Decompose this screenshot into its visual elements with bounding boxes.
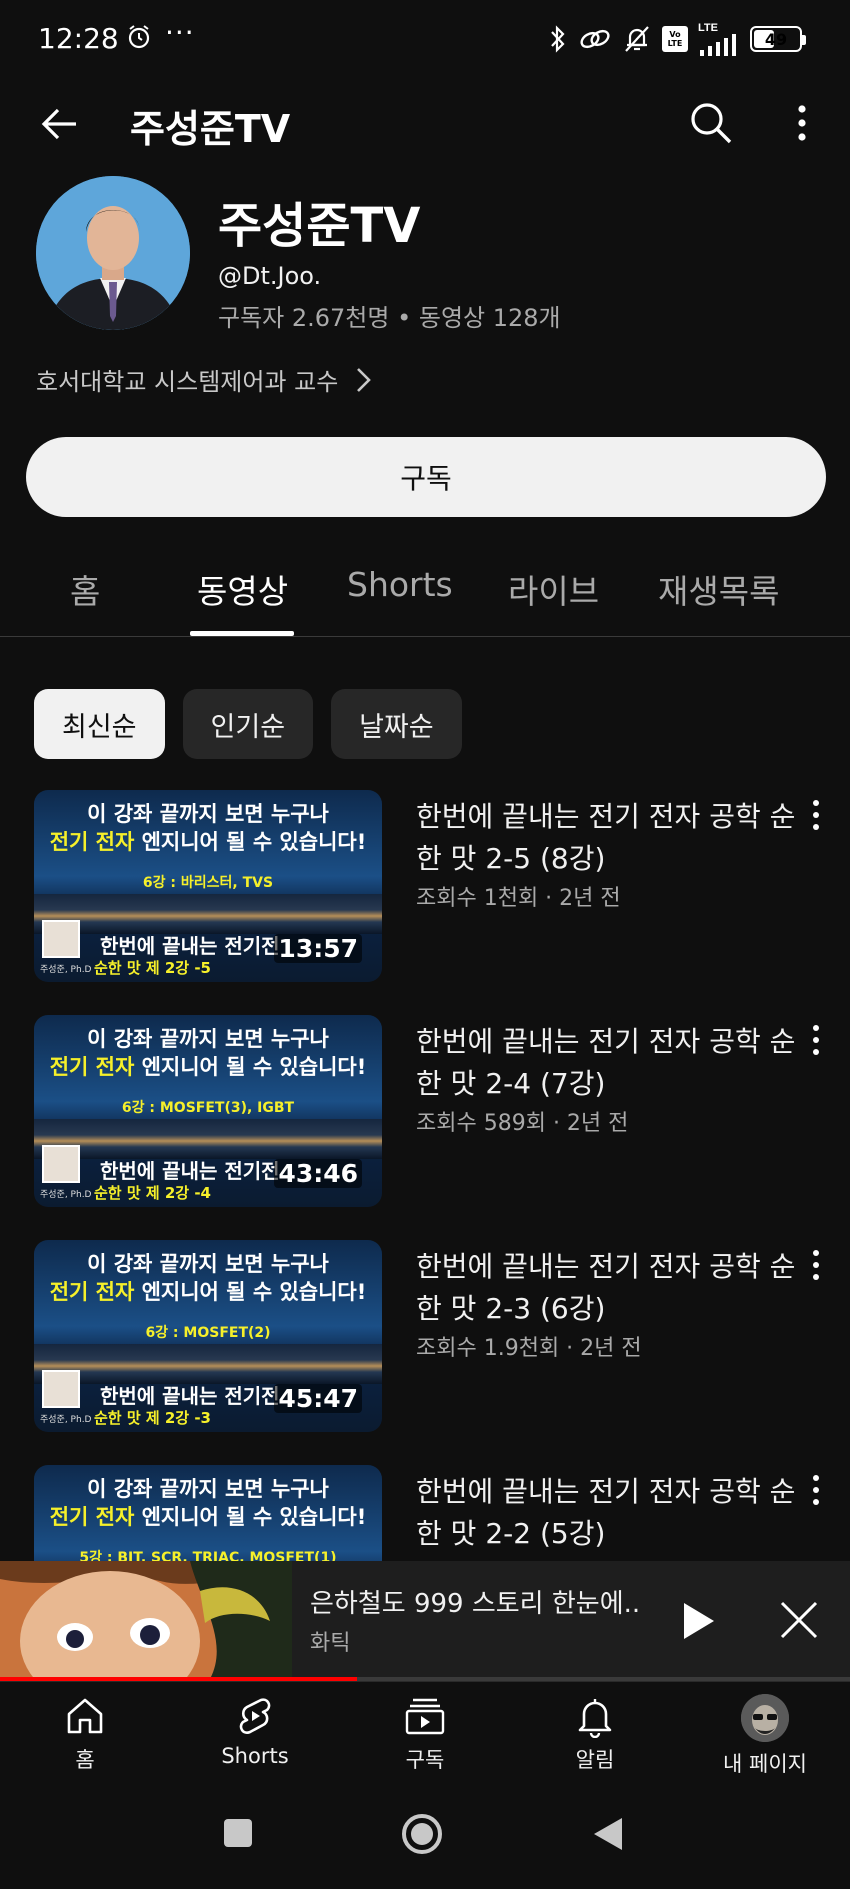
- video-item[interactable]: 이 강좌 끝까지 보면 누구나 전기 전자 엔지니어 될 수 있습니다! 6강 …: [0, 1240, 850, 1435]
- home-icon: [67, 1698, 103, 1734]
- avatar-image: [36, 176, 190, 330]
- thumbnail-cityscape: [34, 894, 382, 934]
- home-circle-icon[interactable]: [400, 1812, 444, 1856]
- video-meta: 조회수 589회 · 2년 전: [416, 1111, 629, 1136]
- bell-icon: [578, 1699, 612, 1738]
- system-navigation-bar: [0, 1783, 850, 1889]
- nav-home[interactable]: 홈: [10, 1694, 160, 1780]
- tab-shorts[interactable]: Shorts: [347, 565, 453, 604]
- tab-videos[interactable]: 동영상: [197, 565, 288, 613]
- chip-oldest[interactable]: 날짜순: [331, 689, 462, 759]
- channel-avatar[interactable]: [36, 176, 190, 330]
- mini-player-title: 은하철도 999 스토리 한눈에..: [310, 1589, 641, 1619]
- status-more-dots: ···: [165, 16, 195, 49]
- user-avatar-image: [741, 1694, 789, 1742]
- channel-handle: @Dt.Joo.: [218, 262, 322, 290]
- video-item[interactable]: 이 강좌 끝까지 보면 누구나 전기 전자 엔지니어 될 수 있습니다! 6강 …: [0, 1015, 850, 1210]
- more-vert-icon[interactable]: [808, 1023, 824, 1057]
- play-icon[interactable]: [676, 1597, 720, 1645]
- video-thumbnail[interactable]: 이 강좌 끝까지 보면 누구나 전기 전자 엔지니어 될 수 있습니다! 6강 …: [34, 1240, 382, 1432]
- more-vert-icon[interactable]: [808, 1248, 824, 1282]
- status-icons: Vo LTE LTE 49: [548, 21, 806, 56]
- status-bar: 12:28 ··· Vo LTE LTE 49: [0, 0, 850, 80]
- mute-bell-icon: [625, 26, 649, 52]
- more-vert-icon[interactable]: [808, 798, 824, 832]
- signal-icon: LTE: [698, 21, 740, 56]
- video-title[interactable]: 한번에 끝내는 전기 전자 공학 순한 맛 2-3 (6강): [416, 1246, 796, 1330]
- chip-popular[interactable]: 인기순: [182, 689, 314, 759]
- mini-player[interactable]: 은하철도 999 스토리 한눈에.. 화틱: [0, 1561, 850, 1681]
- back-triangle-icon[interactable]: [592, 1816, 624, 1852]
- thumbnail-portrait: [42, 1145, 80, 1183]
- channel-description[interactable]: 호서대학교 시스템제어과 교수: [36, 362, 372, 397]
- video-duration: 13:57: [274, 934, 362, 963]
- chip-latest[interactable]: 최신순: [34, 689, 165, 759]
- chevron-right-icon: [357, 367, 372, 392]
- subscriptions-icon: [405, 1698, 445, 1735]
- nav-subscriptions[interactable]: 구독: [350, 1694, 500, 1780]
- recents-icon[interactable]: [222, 1817, 254, 1849]
- signal-bars-icon: [700, 33, 736, 56]
- video-title[interactable]: 한번에 끝내는 전기 전자 공학 순한 맛 2-4 (7강): [416, 1021, 796, 1105]
- search-icon[interactable]: [686, 98, 736, 148]
- mini-player-thumbnail[interactable]: [0, 1561, 292, 1679]
- alarm-icon: [128, 25, 150, 49]
- tab-home[interactable]: 홈: [70, 565, 100, 613]
- video-item[interactable]: 이 강좌 끝까지 보면 누구나 전기 전자 엔지니어 될 수 있습니다! 6강 …: [0, 790, 850, 985]
- status-time: 12:28: [38, 22, 119, 55]
- bluetooth-icon: [551, 25, 565, 53]
- thumbnail-cityscape: [34, 1344, 382, 1384]
- avatar: [741, 1694, 789, 1742]
- video-thumbnail[interactable]: 이 강좌 끝까지 보면 누구나 전기 전자 엔지니어 될 수 있습니다! 6강 …: [34, 790, 382, 982]
- video-duration: 43:46: [274, 1159, 362, 1188]
- link-icon: [580, 29, 610, 49]
- sort-chips: 최신순 인기순 날짜순: [34, 689, 462, 759]
- video-title[interactable]: 한번에 끝내는 전기 전자 공학 순한 맛 2-2 (5강): [416, 1471, 796, 1555]
- network-type: LTE: [698, 21, 718, 34]
- anime-character-image: [0, 1561, 292, 1679]
- more-vert-icon[interactable]: [784, 98, 820, 148]
- channel-name: 주성준TV: [218, 198, 421, 254]
- nav-notifications[interactable]: 알림: [520, 1694, 670, 1780]
- app-bar: 주성준TV: [0, 80, 850, 168]
- video-title[interactable]: 한번에 끝내는 전기 전자 공학 순한 맛 2-5 (8강): [416, 796, 796, 880]
- video-meta: 조회수 1천회 · 2년 전: [416, 886, 621, 911]
- shorts-icon: [239, 1698, 271, 1734]
- app-bar-title: 주성준TV: [130, 107, 291, 151]
- tab-playlists[interactable]: 재생목록: [658, 565, 779, 613]
- battery-icon: 49: [750, 26, 806, 52]
- more-vert-icon[interactable]: [808, 1473, 824, 1507]
- channel-tabs: 홈 동영상 Shorts 라이브 재생목록: [0, 545, 850, 637]
- thumbnail-portrait: [42, 920, 80, 958]
- video-thumbnail[interactable]: 이 강좌 끝까지 보면 누구나 전기 전자 엔지니어 될 수 있습니다! 6강 …: [34, 1015, 382, 1207]
- nav-shorts[interactable]: Shorts: [180, 1694, 330, 1780]
- back-arrow-icon[interactable]: [36, 100, 84, 148]
- video-duration: 45:47: [274, 1384, 362, 1413]
- tab-live[interactable]: 라이브: [508, 565, 599, 613]
- volte-icon: Vo LTE: [662, 26, 688, 52]
- channel-description-text: 호서대학교 시스템제어과 교수: [36, 368, 339, 396]
- subscribe-button[interactable]: 구독: [26, 437, 826, 517]
- video-meta: 조회수 1.9천회 · 2년 전: [416, 1336, 642, 1361]
- thumbnail-cityscape: [34, 1119, 382, 1159]
- channel-stats: 구독자 2.67천명 • 동영상 128개: [218, 304, 561, 332]
- tab-active-indicator: [190, 631, 294, 636]
- thumbnail-portrait: [42, 1370, 80, 1408]
- close-icon[interactable]: [778, 1599, 820, 1641]
- nav-my-page[interactable]: 내 페이지: [690, 1694, 840, 1780]
- bottom-navigation: 홈 Shorts 구독 알림 내 페이지: [0, 1681, 850, 1783]
- mini-player-channel: 화틱: [310, 1631, 351, 1656]
